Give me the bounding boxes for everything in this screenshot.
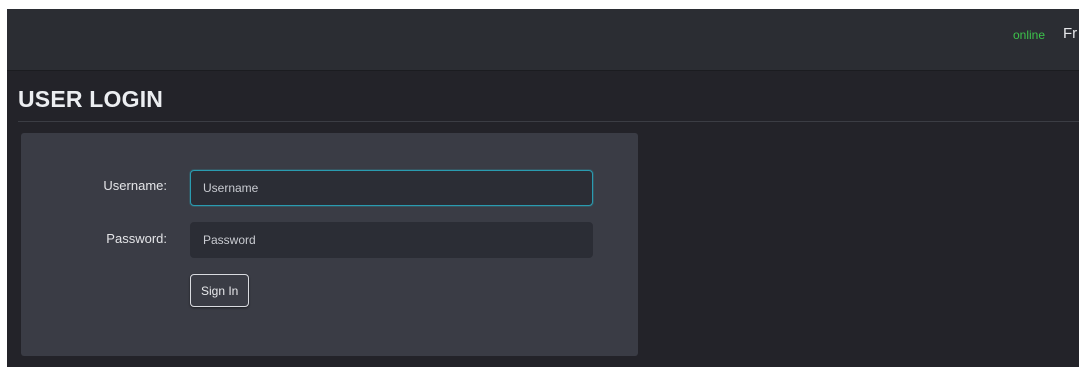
app-window: online Fr USER LOGIN Username: Password:… <box>7 9 1079 367</box>
login-panel: Username: Password: Sign In <box>21 133 638 356</box>
page-title: USER LOGIN <box>18 86 164 112</box>
status-indicator: online <box>1012 28 1045 42</box>
title-divider <box>18 121 1079 122</box>
username-input[interactable] <box>190 170 593 206</box>
sign-in-button[interactable]: Sign In <box>190 274 250 307</box>
username-label: Username: <box>103 178 167 193</box>
password-input[interactable] <box>190 222 593 258</box>
user-name-link[interactable]: Fr <box>1063 25 1077 43</box>
top-bar: online <box>7 9 1079 71</box>
password-label: Password: <box>106 231 167 246</box>
